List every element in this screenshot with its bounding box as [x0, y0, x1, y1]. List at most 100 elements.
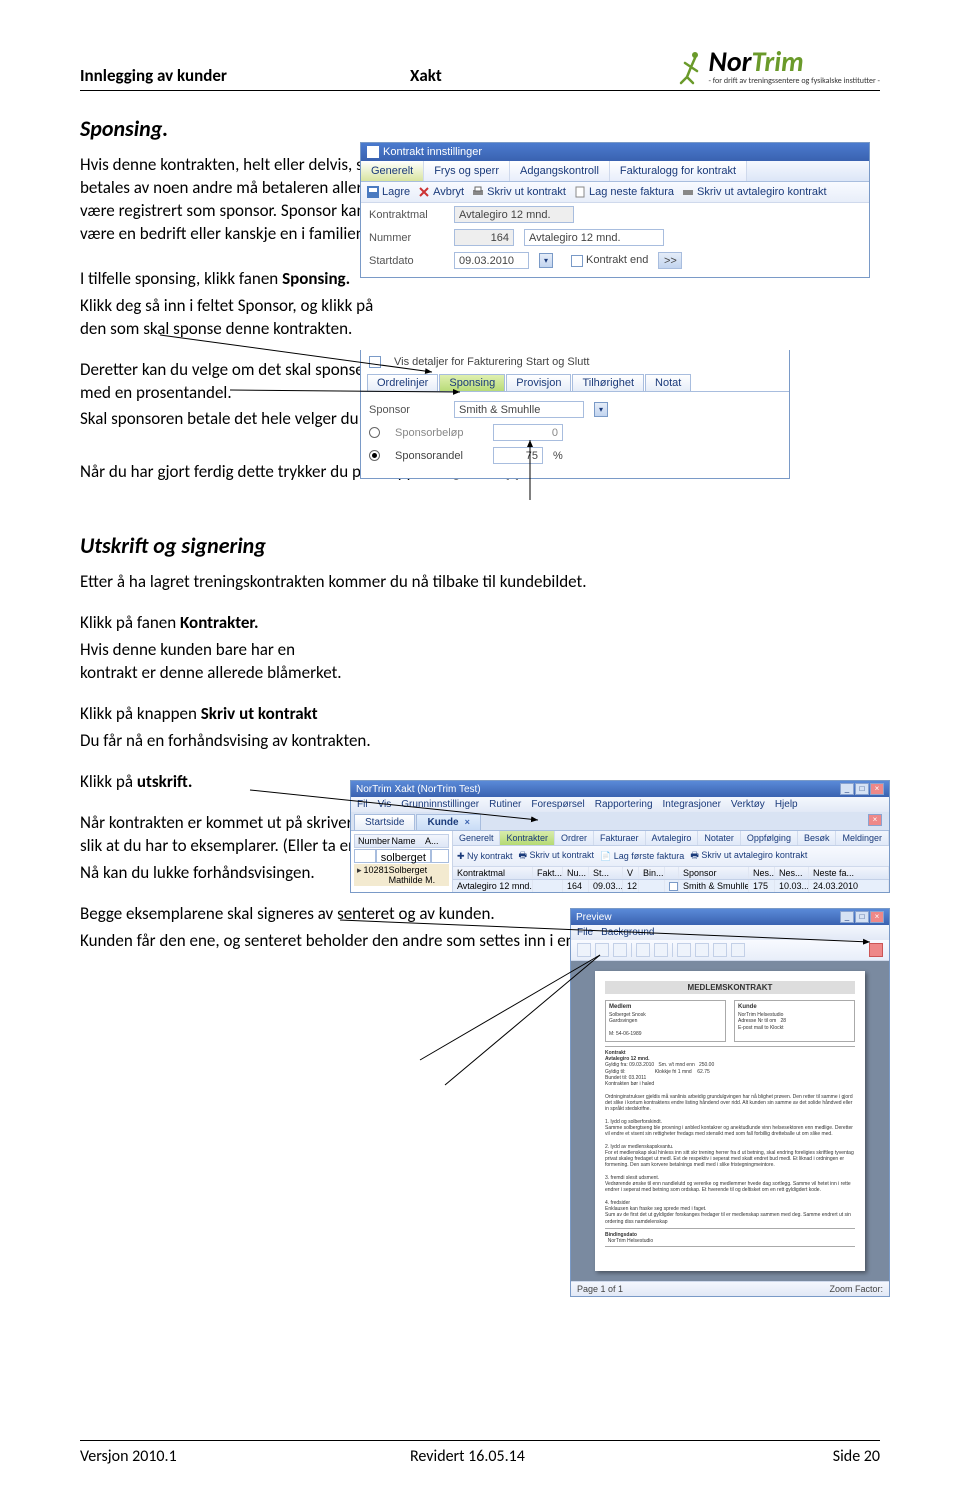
maximize-icon[interactable]: □	[855, 783, 869, 795]
btn-lagre[interactable]: Lagre	[367, 186, 410, 198]
menu-verktoy[interactable]: Verktøy	[731, 799, 765, 810]
pv-page-status: Page 1 of 1	[577, 1284, 623, 1294]
pv-menu-file[interactable]: File	[577, 927, 593, 938]
menu-vis[interactable]: Vis	[378, 799, 392, 810]
radio-sponsorbelop[interactable]	[369, 427, 380, 438]
pv-zoom-status: Zoom Factor:	[829, 1284, 883, 1294]
subtab-tilhorighet[interactable]: Tilhørighet	[572, 374, 644, 391]
field-beskrivelse[interactable]: Avtalegiro 12 mnd.	[524, 229, 664, 246]
pv-next-icon[interactable]	[713, 943, 727, 957]
maximize-icon[interactable]: □	[855, 911, 869, 923]
tabs-close-icon[interactable]: ×	[868, 814, 882, 826]
left-search-pane: NumberNameA... solberget ▸10281Solberget…	[351, 831, 453, 892]
btn-skriv-ut-kontrakt2[interactable]: 🖶 Skriv ut kontrakt	[519, 848, 595, 864]
pv-prev-icon[interactable]	[695, 943, 709, 957]
logo: NorTrim - for drift av treningssentere o…	[677, 48, 880, 86]
btn-skriv-avtalegiro[interactable]: Skriv ut avtalegiro kontrakt	[682, 186, 827, 198]
field-sponsor[interactable]: Smith & Smuhlle	[454, 401, 584, 418]
pv-zoom-in-icon[interactable]	[654, 943, 668, 957]
contract-row[interactable]: Avtalegiro 12 mnd. 164 09.03... 12 Smith…	[453, 880, 889, 892]
app-title: NorTrim Xakt (NorTrim Test)	[356, 784, 481, 795]
menu-foresporsel[interactable]: Forespørsel	[531, 799, 584, 810]
btn-avbryt[interactable]: Avbryt	[418, 186, 464, 198]
menu-rapport[interactable]: Rapportering	[595, 799, 653, 810]
radio-sponsorandel[interactable]	[369, 450, 380, 461]
btn-skriv-avtalegiro2[interactable]: 🖶 Skriv ut avtalegiro kontrakt	[690, 848, 807, 864]
pv-close-icon[interactable]	[869, 943, 883, 957]
page-header: Innlegging av kunder Xakt NorTrim - for …	[80, 48, 880, 91]
checkbox-kontrakt-end[interactable]	[571, 255, 583, 267]
subtab-sponsing[interactable]: Sponsing	[439, 374, 505, 391]
menu-integr[interactable]: Integrasjoner	[663, 799, 721, 810]
rtab-avtalegiro[interactable]: Avtalegiro	[646, 831, 699, 845]
close-icon[interactable]: ×	[870, 911, 884, 923]
window-kontrakt-innstillinger: Kontrakt innstillinger Generelt Frys og …	[360, 142, 870, 278]
btn-next[interactable]: >>	[658, 252, 682, 269]
subtab-ordrelinjer[interactable]: Ordrelinjer	[367, 374, 438, 391]
btn-skriv-ut-kontrakt[interactable]: Skriv ut kontrakt	[472, 186, 566, 198]
pv-export-icon[interactable]	[595, 943, 609, 957]
pv-document: MEDLEMSKONTRAKT MedlemSolberget SnoskGar…	[595, 971, 865, 1271]
datepicker-icon[interactable]: ▾	[539, 253, 553, 268]
menu-hjelp[interactable]: Hjelp	[775, 799, 798, 810]
btn-lag-neste-faktura[interactable]: Lag neste faktura	[574, 186, 674, 198]
tab-frys[interactable]: Frys og sperr	[424, 161, 510, 181]
checkbox-vis-detaljer[interactable]	[369, 356, 381, 368]
rtab-oppfolging[interactable]: Oppfølging	[741, 831, 798, 845]
menu-rutiner[interactable]: Rutiner	[489, 799, 521, 810]
print-icon	[472, 186, 484, 198]
btn-ny-kontrakt[interactable]: ✚ Ny kontrakt	[457, 851, 513, 862]
window-icon	[367, 146, 379, 158]
menu-fil[interactable]: Fil	[357, 799, 368, 810]
pv-menu-bg[interactable]: Background	[601, 927, 654, 938]
field-sponsorbelop[interactable]: 0	[493, 424, 563, 441]
subtab-provisjon[interactable]: Provisjon	[506, 374, 571, 391]
p-already-selected: Hvis denne kunden bare har en kontrakt e…	[80, 639, 350, 685]
apptab-kunde[interactable]: Kunde×	[416, 814, 480, 830]
pv-first-icon[interactable]	[677, 943, 691, 957]
pv-search-icon[interactable]	[613, 943, 627, 957]
dropdown-sponsor-icon[interactable]: ▾	[594, 402, 608, 417]
tab-close-icon[interactable]: ×	[465, 817, 470, 827]
p-click-kontrakter: Klikk på fanen Kontrakter.	[80, 612, 350, 635]
p-forhandsvising: Du får nå en forhåndsvising av kontrakte…	[80, 730, 480, 753]
window-preview: Preview_□× FileBackground MEDLEMSKONTRAK…	[570, 908, 890, 1297]
field-startdato[interactable]: 09.03.2010	[454, 252, 529, 269]
apptab-startside[interactable]: Startside	[354, 814, 415, 830]
btn-lag-forste-faktura[interactable]: 📄 Lag første faktura	[600, 851, 684, 862]
p-click-skriv-ut: Klikk på knappen Skriv ut kontrakt	[80, 703, 480, 726]
p-click-sponsor-field: Klikk deg så inn i feltet Sponsor, og kl…	[80, 295, 390, 341]
window-xakt-app: NorTrim Xakt (NorTrim Test)_□× Fil Vis G…	[350, 780, 890, 893]
label-startdato: Startdato	[369, 255, 444, 267]
subtab-notat[interactable]: Notat	[645, 374, 691, 391]
menu-grunn[interactable]: Grunninnstillinger	[401, 799, 479, 810]
pv-print-icon[interactable]	[577, 943, 591, 957]
window-title: Kontrakt innstillinger	[383, 146, 482, 158]
customer-row[interactable]: ▸10281Solberget Mathilde M.	[354, 864, 449, 886]
rtab-besok[interactable]: Besøk	[798, 831, 837, 845]
rtab-generelt[interactable]: Generelt	[453, 831, 501, 845]
rtab-meldinger[interactable]: Meldinger	[836, 831, 889, 845]
p-sponsing-intro: Hvis denne kontrakten, helt eller delvis…	[80, 154, 390, 246]
section-utskrift-title: Utskrift og signering	[80, 532, 880, 559]
minimize-icon[interactable]: _	[840, 911, 854, 923]
minimize-icon[interactable]: _	[840, 783, 854, 795]
rtab-fakturaer[interactable]: Fakturaer	[594, 831, 646, 845]
label-nummer: Nummer	[369, 232, 444, 244]
rtab-kontrakter[interactable]: Kontrakter	[500, 831, 555, 845]
invoice-icon	[574, 186, 586, 198]
rtab-notater[interactable]: Notater	[698, 831, 741, 845]
search-name-input[interactable]: solberget	[376, 849, 431, 863]
p-back-to-kunde: Etter å ha lagret treningskontrakten kom…	[80, 571, 880, 594]
field-sponsorandel[interactable]: 75	[493, 447, 543, 464]
rtab-ordrer[interactable]: Ordrer	[555, 831, 594, 845]
tab-generelt[interactable]: Generelt	[361, 161, 424, 181]
p-click-sponsing: I tilfelle sponsing, klikk fanen Sponsin…	[80, 268, 390, 291]
close-icon[interactable]: ×	[870, 783, 884, 795]
header-app-name: Xakt	[410, 65, 442, 86]
disk-icon	[367, 186, 379, 198]
tab-fakturalogg[interactable]: Fakturalogg for kontrakt	[610, 161, 747, 181]
pv-last-icon[interactable]	[731, 943, 745, 957]
tab-adgang[interactable]: Adgangskontroll	[510, 161, 610, 181]
pv-zoom-out-icon[interactable]	[636, 943, 650, 957]
